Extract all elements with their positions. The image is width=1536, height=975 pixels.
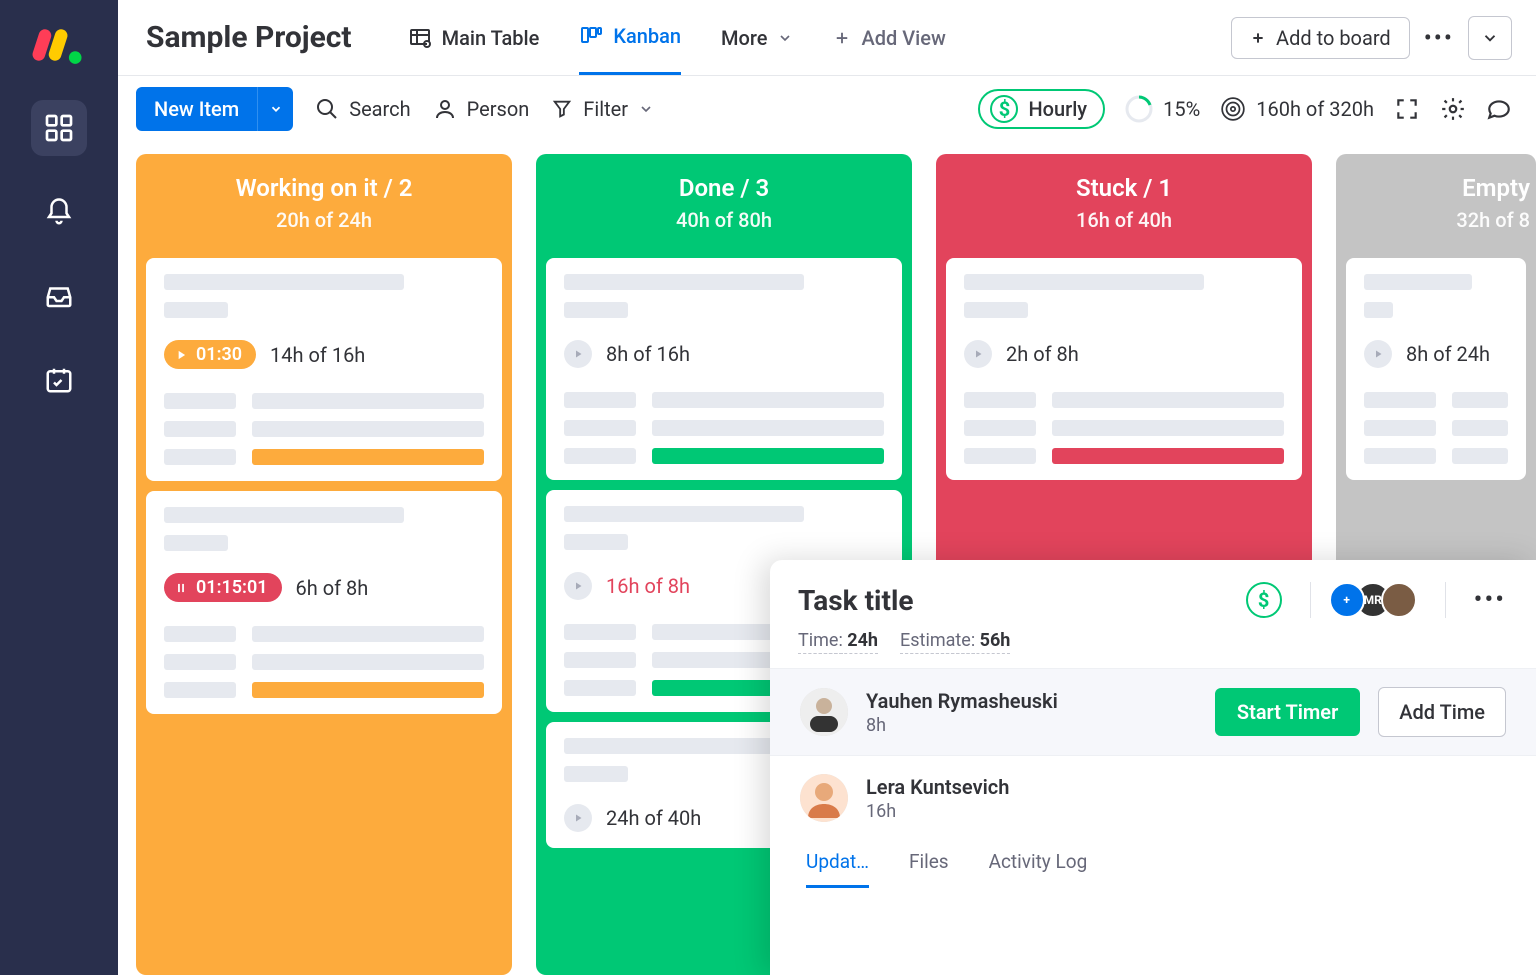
chat-icon[interactable] (1486, 96, 1512, 122)
board-title: Sample Project (146, 20, 352, 55)
kanban-card[interactable]: 01:30 14h of 16h (146, 258, 502, 481)
kanban-card[interactable]: 8h of 24h (1346, 258, 1526, 480)
sidebar-inbox[interactable] (31, 268, 87, 324)
chevron-down-icon (638, 101, 654, 117)
chevron-down-icon (777, 30, 793, 46)
column-title: Working on it / 2 (146, 174, 502, 202)
hours-summary[interactable]: 160h of 320h (1220, 96, 1374, 122)
task-tab-activity[interactable]: Activity Log (989, 850, 1088, 888)
time-entry-row: Lera Kuntsevich 16h (770, 755, 1536, 840)
settings-icon[interactable] (1440, 96, 1466, 122)
play-icon[interactable] (1364, 340, 1392, 368)
add-view-label: Add View (861, 26, 945, 50)
assignee-avatar[interactable] (1381, 582, 1417, 618)
header-more-menu[interactable]: ••• (1424, 24, 1454, 52)
person-time: 8h (866, 715, 1197, 736)
board-header: Sample Project Main Table Kanban More Ad… (118, 0, 1536, 76)
card-hours: 6h of 8h (296, 576, 369, 600)
time-entry-row: Yauhen Rymasheuski 8h Start Timer Add Ti… (770, 668, 1536, 755)
task-detail-panel: Task title $ + MR ••• Time: 24h Estimate… (770, 560, 1536, 975)
search-icon (315, 97, 339, 121)
tab-label: Kanban (613, 24, 681, 48)
column-title: Empty (1346, 174, 1530, 202)
add-to-board-button[interactable]: Add to board (1231, 17, 1410, 59)
task-estimate[interactable]: Estimate: 56h (900, 630, 1010, 654)
person-name: Lera Kuntsevich (866, 775, 1506, 799)
tab-label: Main Table (442, 26, 540, 50)
play-icon[interactable] (564, 572, 592, 600)
progress-ring-icon (1125, 95, 1153, 123)
dollar-icon[interactable]: $ (1246, 582, 1282, 618)
kanban-card[interactable]: 8h of 16h (546, 258, 902, 480)
task-tab-updates[interactable]: Updat… (806, 850, 869, 888)
card-hours: 2h of 8h (1006, 342, 1079, 366)
add-assignee-icon[interactable]: + (1329, 582, 1365, 618)
dollar-icon: $ (990, 95, 1018, 123)
collapse-button[interactable] (1468, 16, 1512, 60)
person-name: Yauhen Rymasheuski (866, 689, 1197, 713)
card-hours: 24h of 40h (606, 806, 701, 830)
assignees[interactable]: + MR (1339, 582, 1417, 618)
kanban-card[interactable]: 01:15:01 6h of 8h (146, 491, 502, 714)
play-icon[interactable] (564, 804, 592, 832)
column-hours: 16h of 40h (946, 208, 1302, 232)
sidebar-workspaces[interactable] (31, 100, 87, 156)
timer-pill[interactable]: 01:30 (164, 340, 256, 369)
tab-kanban[interactable]: Kanban (579, 24, 681, 75)
person-icon (433, 97, 457, 121)
person-avatar[interactable] (800, 774, 848, 822)
new-item-button[interactable]: New Item (136, 87, 257, 131)
card-hours: 14h of 16h (270, 343, 365, 367)
filter-tool[interactable]: Filter (551, 97, 654, 121)
play-icon[interactable] (964, 340, 992, 368)
task-tab-files[interactable]: Files (909, 850, 949, 888)
column-hours: 20h of 24h (146, 208, 502, 232)
column-title: Done / 3 (546, 174, 902, 202)
start-timer-button[interactable]: Start Timer (1215, 688, 1360, 736)
play-icon[interactable] (564, 340, 592, 368)
btn-label: Add to board (1276, 26, 1391, 50)
sidebar-notifications[interactable] (31, 184, 87, 240)
kanban-icon (579, 24, 603, 48)
fullscreen-icon[interactable] (1394, 96, 1420, 122)
search-tool[interactable]: Search (315, 97, 410, 121)
task-time[interactable]: Time: 24h (798, 630, 878, 654)
app-logo (32, 18, 86, 72)
target-icon (1220, 96, 1246, 122)
filter-icon (551, 98, 573, 120)
task-title[interactable]: Task title (798, 584, 1246, 617)
hourly-indicator[interactable]: $ Hourly (978, 89, 1105, 129)
column-title: Stuck / 1 (946, 174, 1302, 202)
plus-icon (833, 29, 851, 47)
new-item-dropdown[interactable] (257, 87, 293, 131)
table-icon (408, 26, 432, 50)
kanban-card[interactable]: 2h of 8h (946, 258, 1302, 480)
card-hours: 8h of 24h (1406, 342, 1490, 366)
board-toolbar: New Item Search Person Filter $ Hourly (118, 76, 1536, 142)
column-working: Working on it / 2 20h of 24h 01:30 14h o… (136, 154, 512, 975)
tab-more[interactable]: More (721, 26, 793, 74)
sidebar-calendar[interactable] (31, 352, 87, 408)
tab-main-table[interactable]: Main Table (408, 26, 540, 74)
timer-pill[interactable]: 01:15:01 (164, 573, 282, 602)
person-filter[interactable]: Person (433, 97, 530, 121)
task-more-menu[interactable]: ••• (1474, 585, 1506, 615)
add-view-button[interactable]: Add View (833, 26, 945, 50)
card-hours: 16h of 8h (606, 574, 690, 598)
card-hours: 8h of 16h (606, 342, 690, 366)
person-avatar[interactable] (800, 688, 848, 736)
column-hours: 32h of 8 (1346, 208, 1530, 232)
add-time-button[interactable]: Add Time (1378, 687, 1506, 737)
left-sidebar (0, 0, 118, 975)
column-hours: 40h of 80h (546, 208, 902, 232)
person-time: 16h (866, 801, 1506, 822)
plus-icon (1250, 30, 1266, 46)
task-tabs: Updat… Files Activity Log (770, 840, 1536, 888)
tab-label: More (721, 26, 767, 50)
progress-indicator[interactable]: 15% (1125, 95, 1200, 123)
